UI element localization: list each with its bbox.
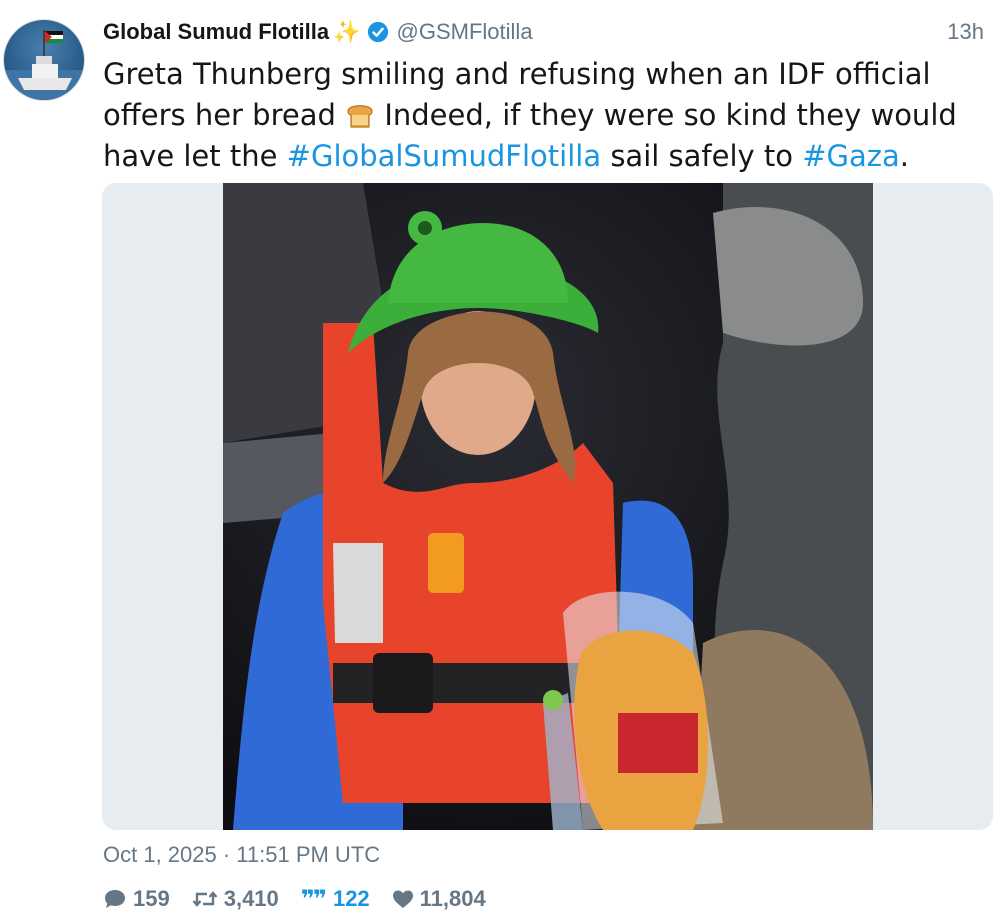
like-stat[interactable]: 11,804 [392,886,486,912]
reply-stat[interactable]: 159 [103,886,170,912]
quote-icon: ❞❞ [300,885,327,913]
retweet-count: 3,410 [223,886,279,911]
reply-count: 159 [133,886,170,911]
sparkle-emoji: ✨ [333,19,361,44]
hashtag-link[interactable]: #Gaza [802,139,900,173]
retweet-stat[interactable]: 3,410 [192,886,279,912]
tweet-text: Greta Thunberg smiling and refusing when… [103,54,983,177]
tweet: Global Sumud Flotilla ✨ @GSMFlotilla 13h… [0,0,1000,921]
avatar[interactable] [3,19,85,101]
tweet-text-part: sail safely to [601,139,803,173]
relative-time[interactable]: 13h [947,17,984,47]
account-name[interactable]: Global Sumud Flotilla [103,19,329,45]
heart-icon [392,890,413,908]
verified-badge-icon [367,21,389,43]
tweet-stats: 159 3,410 ❞❞ 122 11,804 [103,885,508,913]
media-container[interactable] [102,183,993,830]
quote-stat[interactable]: ❞❞ 122 [301,885,370,913]
like-count: 11,804 [419,886,486,911]
bread-emoji-icon [345,99,375,128]
retweet-icon [192,891,218,907]
boat-avatar-icon [4,30,84,100]
account-handle[interactable]: @GSMFlotilla [397,19,533,45]
comment-icon [105,890,125,908]
tweet-photo[interactable] [223,183,873,830]
tweet-timestamp[interactable]: Oct 1, 2025 · 11:51 PM UTC [103,842,380,868]
tweet-text-part: . [899,139,910,173]
quote-count: 122 [332,886,370,911]
photo-woman-in-green-hat-and-life-vest-icon [223,183,873,830]
hashtag-link[interactable]: #GlobalSumudFlotilla [287,139,601,173]
tweet-header: Global Sumud Flotilla ✨ @GSMFlotilla 13h [103,17,992,47]
